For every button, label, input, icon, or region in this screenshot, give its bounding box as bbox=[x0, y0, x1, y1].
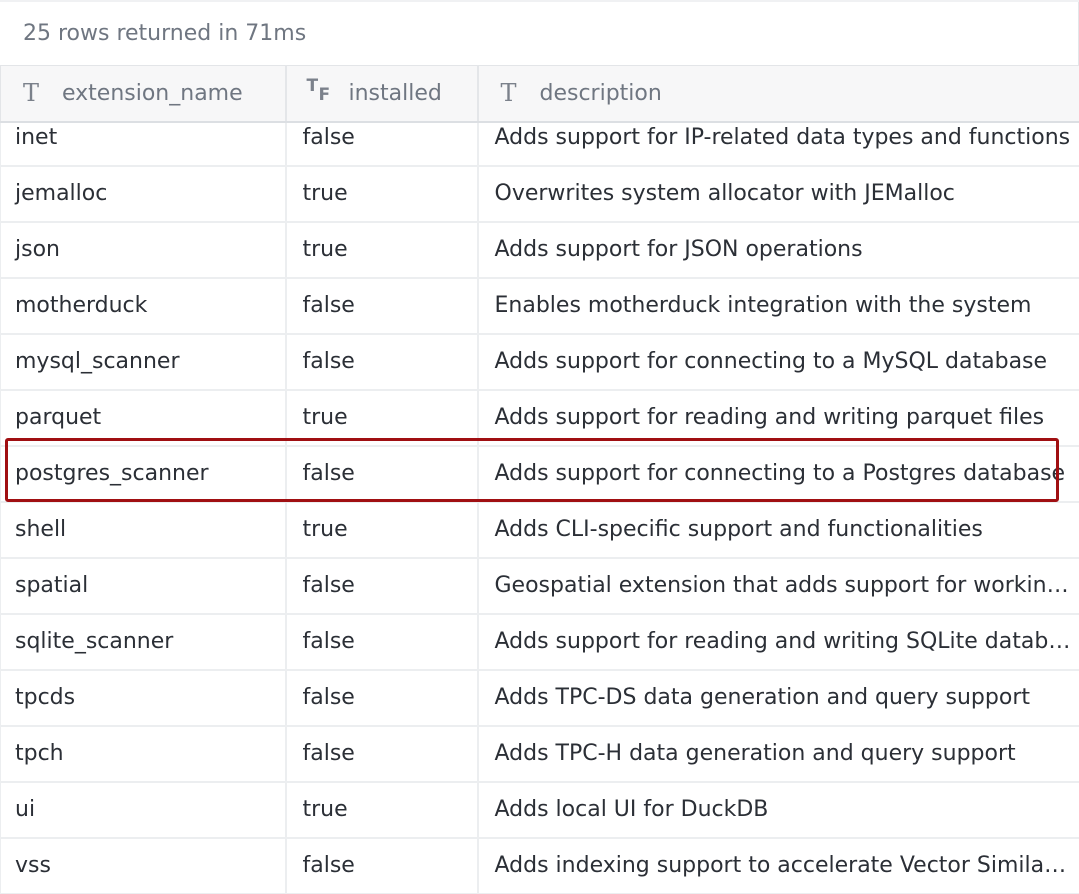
cell-extension-name[interactable]: mysql_scanner bbox=[0, 333, 287, 391]
table-row[interactable]: tpch false Adds TPC-H data generation and … bbox=[0, 725, 1079, 783]
table-header-row: T extension_name TF installed T descript… bbox=[0, 65, 1079, 123]
cell-description[interactable]: Adds support for connecting to a MySQL d… bbox=[477, 333, 1079, 391]
cell-description[interactable]: Adds CLI-specific support and functional… bbox=[477, 501, 1079, 559]
table-row[interactable]: sqlite_scanner false Adds support for read… bbox=[0, 613, 1079, 671]
cell-description[interactable]: Adds TPC-DS data generation and query su… bbox=[477, 669, 1079, 727]
cell-installed[interactable]: false bbox=[285, 613, 479, 671]
cell-extension-name[interactable]: tpch bbox=[0, 725, 287, 783]
cell-installed[interactable]: true bbox=[285, 781, 479, 839]
cell-description[interactable]: Overwrites system allocator with JEMallo… bbox=[477, 165, 1079, 223]
table-row[interactable]: ui true Adds local UI for DuckDB bbox=[0, 781, 1079, 839]
column-header-installed[interactable]: TF installed bbox=[285, 65, 479, 123]
table-row[interactable]: parquet true Adds support for reading and … bbox=[0, 389, 1079, 447]
cell-extension-name[interactable]: vss bbox=[0, 837, 287, 894]
column-header-extension-name[interactable]: T extension_name bbox=[0, 65, 287, 123]
cell-installed[interactable]: false bbox=[285, 837, 479, 894]
cell-installed[interactable]: true bbox=[285, 221, 479, 279]
table-row[interactable]: inet false Adds support for IP-related dat… bbox=[0, 121, 1079, 167]
results-table: T extension_name TF installed T descript… bbox=[0, 65, 1079, 894]
cell-extension-name[interactable]: parquet bbox=[0, 389, 287, 447]
cell-installed[interactable]: false bbox=[285, 725, 479, 783]
cell-extension-name[interactable]: shell bbox=[0, 501, 287, 559]
table-row[interactable]: mysql_scanner false Adds support for conne… bbox=[0, 333, 1079, 391]
cell-installed[interactable]: false bbox=[285, 669, 479, 727]
cell-extension-name[interactable]: motherduck bbox=[0, 277, 287, 335]
cell-installed[interactable]: true bbox=[285, 165, 479, 223]
column-header-description[interactable]: T description bbox=[477, 65, 1079, 123]
cell-installed[interactable]: true bbox=[285, 389, 479, 447]
table-row[interactable]: tpcds false Adds TPC-DS data generation an… bbox=[0, 669, 1079, 727]
cell-installed[interactable]: false bbox=[285, 445, 479, 503]
table-row[interactable]: postgres_scanner false Adds support for co… bbox=[0, 445, 1079, 503]
cell-extension-name[interactable]: tpcds bbox=[0, 669, 287, 727]
table-row[interactable]: json true Adds support for JSON operations bbox=[0, 221, 1079, 279]
query-status-text: 25 rows returned in 71ms bbox=[0, 2, 1079, 65]
cell-description[interactable]: Adds support for reading and writing par… bbox=[477, 389, 1079, 447]
cell-description[interactable]: Adds support for IP-related data types a… bbox=[477, 121, 1079, 167]
cell-installed[interactable]: false bbox=[285, 121, 479, 167]
table-row[interactable]: motherduck false Enables motherduck integr… bbox=[0, 277, 1079, 335]
boolean-type-icon: TF bbox=[306, 76, 331, 106]
cell-installed[interactable]: false bbox=[285, 557, 479, 615]
cell-description[interactable]: Geospatial extension that adds support f… bbox=[477, 557, 1079, 615]
column-header-label: installed bbox=[348, 80, 442, 106]
cell-installed[interactable]: false bbox=[285, 333, 479, 391]
cell-extension-name[interactable]: ui bbox=[0, 781, 287, 839]
cell-description[interactable]: Adds support for reading and writing SQL… bbox=[477, 613, 1079, 671]
column-header-label: description bbox=[539, 80, 662, 106]
cell-installed[interactable]: true bbox=[285, 501, 479, 559]
cell-description[interactable]: Enables motherduck integration with the … bbox=[477, 277, 1079, 335]
table-row[interactable]: jemalloc true Overwrites system allocator … bbox=[0, 165, 1079, 223]
text-type-icon: T bbox=[500, 79, 517, 108]
cell-description[interactable]: Adds TPC-H data generation and query sup… bbox=[477, 725, 1079, 783]
cell-extension-name[interactable]: spatial bbox=[0, 557, 287, 615]
cell-extension-name[interactable]: sqlite_scanner bbox=[0, 613, 287, 671]
cell-extension-name[interactable]: postgres_scanner bbox=[0, 445, 287, 503]
cell-description[interactable]: Adds support for connecting to a Postgre… bbox=[477, 445, 1079, 503]
table-body: inet false Adds support for IP-related dat… bbox=[0, 121, 1079, 894]
cell-description[interactable]: Adds local UI for DuckDB bbox=[477, 781, 1079, 839]
cell-extension-name[interactable]: inet bbox=[0, 121, 287, 167]
cell-extension-name[interactable]: jemalloc bbox=[0, 165, 287, 223]
cell-installed[interactable]: false bbox=[285, 277, 479, 335]
cell-description[interactable]: Adds support for JSON operations bbox=[477, 221, 1079, 279]
column-header-label: extension_name bbox=[62, 80, 243, 106]
table-row[interactable]: vss false Adds indexing support to acceler… bbox=[0, 837, 1079, 894]
cell-description[interactable]: Adds indexing support to accelerate Vect… bbox=[477, 837, 1079, 894]
table-row[interactable]: spatial false Geospatial extension that ad… bbox=[0, 557, 1079, 615]
cell-extension-name[interactable]: json bbox=[0, 221, 287, 279]
text-type-icon: T bbox=[22, 79, 39, 108]
table-row[interactable]: shell true Adds CLI-specific support and f… bbox=[0, 501, 1079, 559]
